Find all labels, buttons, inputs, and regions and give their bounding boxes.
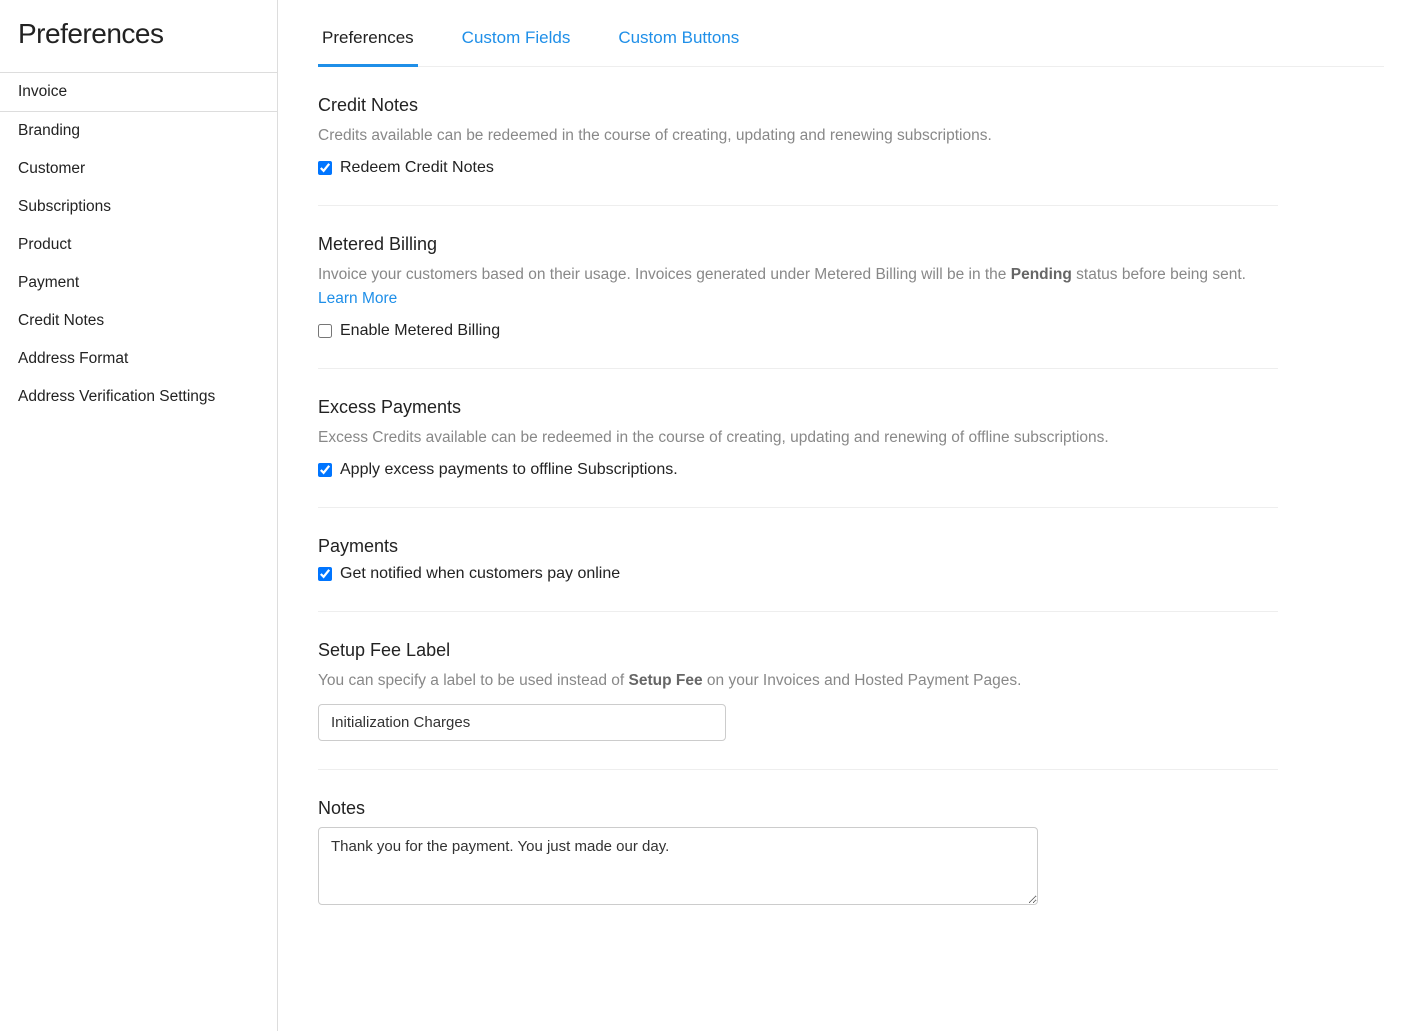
checkbox-label: Get notified when customers pay online xyxy=(340,565,620,583)
section-title: Notes xyxy=(318,798,1278,819)
sidebar-item-label: Subscriptions xyxy=(18,198,111,215)
desc-text: status before being sent. xyxy=(1072,266,1246,283)
checkbox-label: Enable Metered Billing xyxy=(340,322,500,340)
sidebar-title: Preferences xyxy=(0,0,277,72)
desc-bold: Pending xyxy=(1011,266,1072,283)
sidebar-item-product[interactable]: Product xyxy=(0,226,277,264)
checkbox-label: Redeem Credit Notes xyxy=(340,159,494,177)
sidebar-list: Invoice Branding Customer Subscriptions … xyxy=(0,72,277,416)
sidebar-item-branding[interactable]: Branding xyxy=(0,112,277,150)
sidebar-item-label: Credit Notes xyxy=(18,312,104,329)
sidebar-item-label: Customer xyxy=(18,160,85,177)
checkbox-input[interactable] xyxy=(318,324,332,338)
section-excess-payments: Excess Payments Excess Credits available… xyxy=(318,397,1278,508)
learn-more-link[interactable]: Learn More xyxy=(318,290,397,307)
tab-label: Preferences xyxy=(322,28,414,47)
main-content: Preferences Custom Fields Custom Buttons… xyxy=(278,0,1424,1031)
tab-label: Custom Buttons xyxy=(618,28,739,47)
checkbox-redeem-credit-notes[interactable]: Redeem Credit Notes xyxy=(318,159,1278,177)
section-desc: You can specify a label to be used inste… xyxy=(318,669,1278,692)
sidebar-item-invoice[interactable]: Invoice xyxy=(0,73,277,112)
section-metered-billing: Metered Billing Invoice your customers b… xyxy=(318,234,1278,369)
checkbox-enable-metered-billing[interactable]: Enable Metered Billing xyxy=(318,322,1278,340)
setup-fee-label-input[interactable] xyxy=(318,704,726,741)
tab-custom-buttons[interactable]: Custom Buttons xyxy=(614,22,743,67)
checkbox-label: Apply excess payments to offline Subscri… xyxy=(340,461,678,479)
section-title: Excess Payments xyxy=(318,397,1278,418)
tab-custom-fields[interactable]: Custom Fields xyxy=(458,22,575,67)
sidebar-item-subscriptions[interactable]: Subscriptions xyxy=(0,188,277,226)
desc-text: Invoice your customers based on their us… xyxy=(318,266,1011,283)
section-title: Setup Fee Label xyxy=(318,640,1278,661)
checkbox-input[interactable] xyxy=(318,463,332,477)
section-payments: Payments Get notified when customers pay… xyxy=(318,536,1278,612)
section-title: Metered Billing xyxy=(318,234,1278,255)
preferences-content: Credit Notes Credits available can be re… xyxy=(318,67,1278,937)
sidebar-item-label: Address Format xyxy=(18,350,128,367)
section-title: Credit Notes xyxy=(318,95,1278,116)
section-title: Payments xyxy=(318,536,1278,557)
checkbox-input[interactable] xyxy=(318,161,332,175)
notes-textarea[interactable] xyxy=(318,827,1038,905)
desc-text: You can specify a label to be used inste… xyxy=(318,672,629,689)
section-credit-notes: Credit Notes Credits available can be re… xyxy=(318,95,1278,206)
desc-text: on your Invoices and Hosted Payment Page… xyxy=(703,672,1022,689)
sidebar-item-label: Branding xyxy=(18,122,80,139)
sidebar-item-payment[interactable]: Payment xyxy=(0,264,277,302)
sidebar-item-label: Address Verification Settings xyxy=(18,388,215,405)
checkbox-get-notified[interactable]: Get notified when customers pay online xyxy=(318,565,1278,583)
sidebar-item-label: Payment xyxy=(18,274,79,291)
section-desc: Credits available can be redeemed in the… xyxy=(318,124,1278,147)
tabs: Preferences Custom Fields Custom Buttons xyxy=(318,0,1384,67)
section-desc: Excess Credits available can be redeemed… xyxy=(318,426,1278,449)
section-desc: Invoice your customers based on their us… xyxy=(318,263,1278,310)
checkbox-apply-excess-payments[interactable]: Apply excess payments to offline Subscri… xyxy=(318,461,1278,479)
sidebar-item-customer[interactable]: Customer xyxy=(0,150,277,188)
tab-preferences[interactable]: Preferences xyxy=(318,22,418,67)
section-setup-fee-label: Setup Fee Label You can specify a label … xyxy=(318,640,1278,770)
tab-label: Custom Fields xyxy=(462,28,571,47)
sidebar-item-address-format[interactable]: Address Format xyxy=(0,340,277,378)
sidebar-item-label: Invoice xyxy=(18,83,67,100)
sidebar-item-address-verification-settings[interactable]: Address Verification Settings xyxy=(0,378,277,416)
sidebar-item-label: Product xyxy=(18,236,71,253)
checkbox-input[interactable] xyxy=(318,567,332,581)
section-notes: Notes xyxy=(318,798,1278,937)
desc-bold: Setup Fee xyxy=(629,672,703,689)
sidebar: Preferences Invoice Branding Customer Su… xyxy=(0,0,278,1031)
sidebar-item-credit-notes[interactable]: Credit Notes xyxy=(0,302,277,340)
